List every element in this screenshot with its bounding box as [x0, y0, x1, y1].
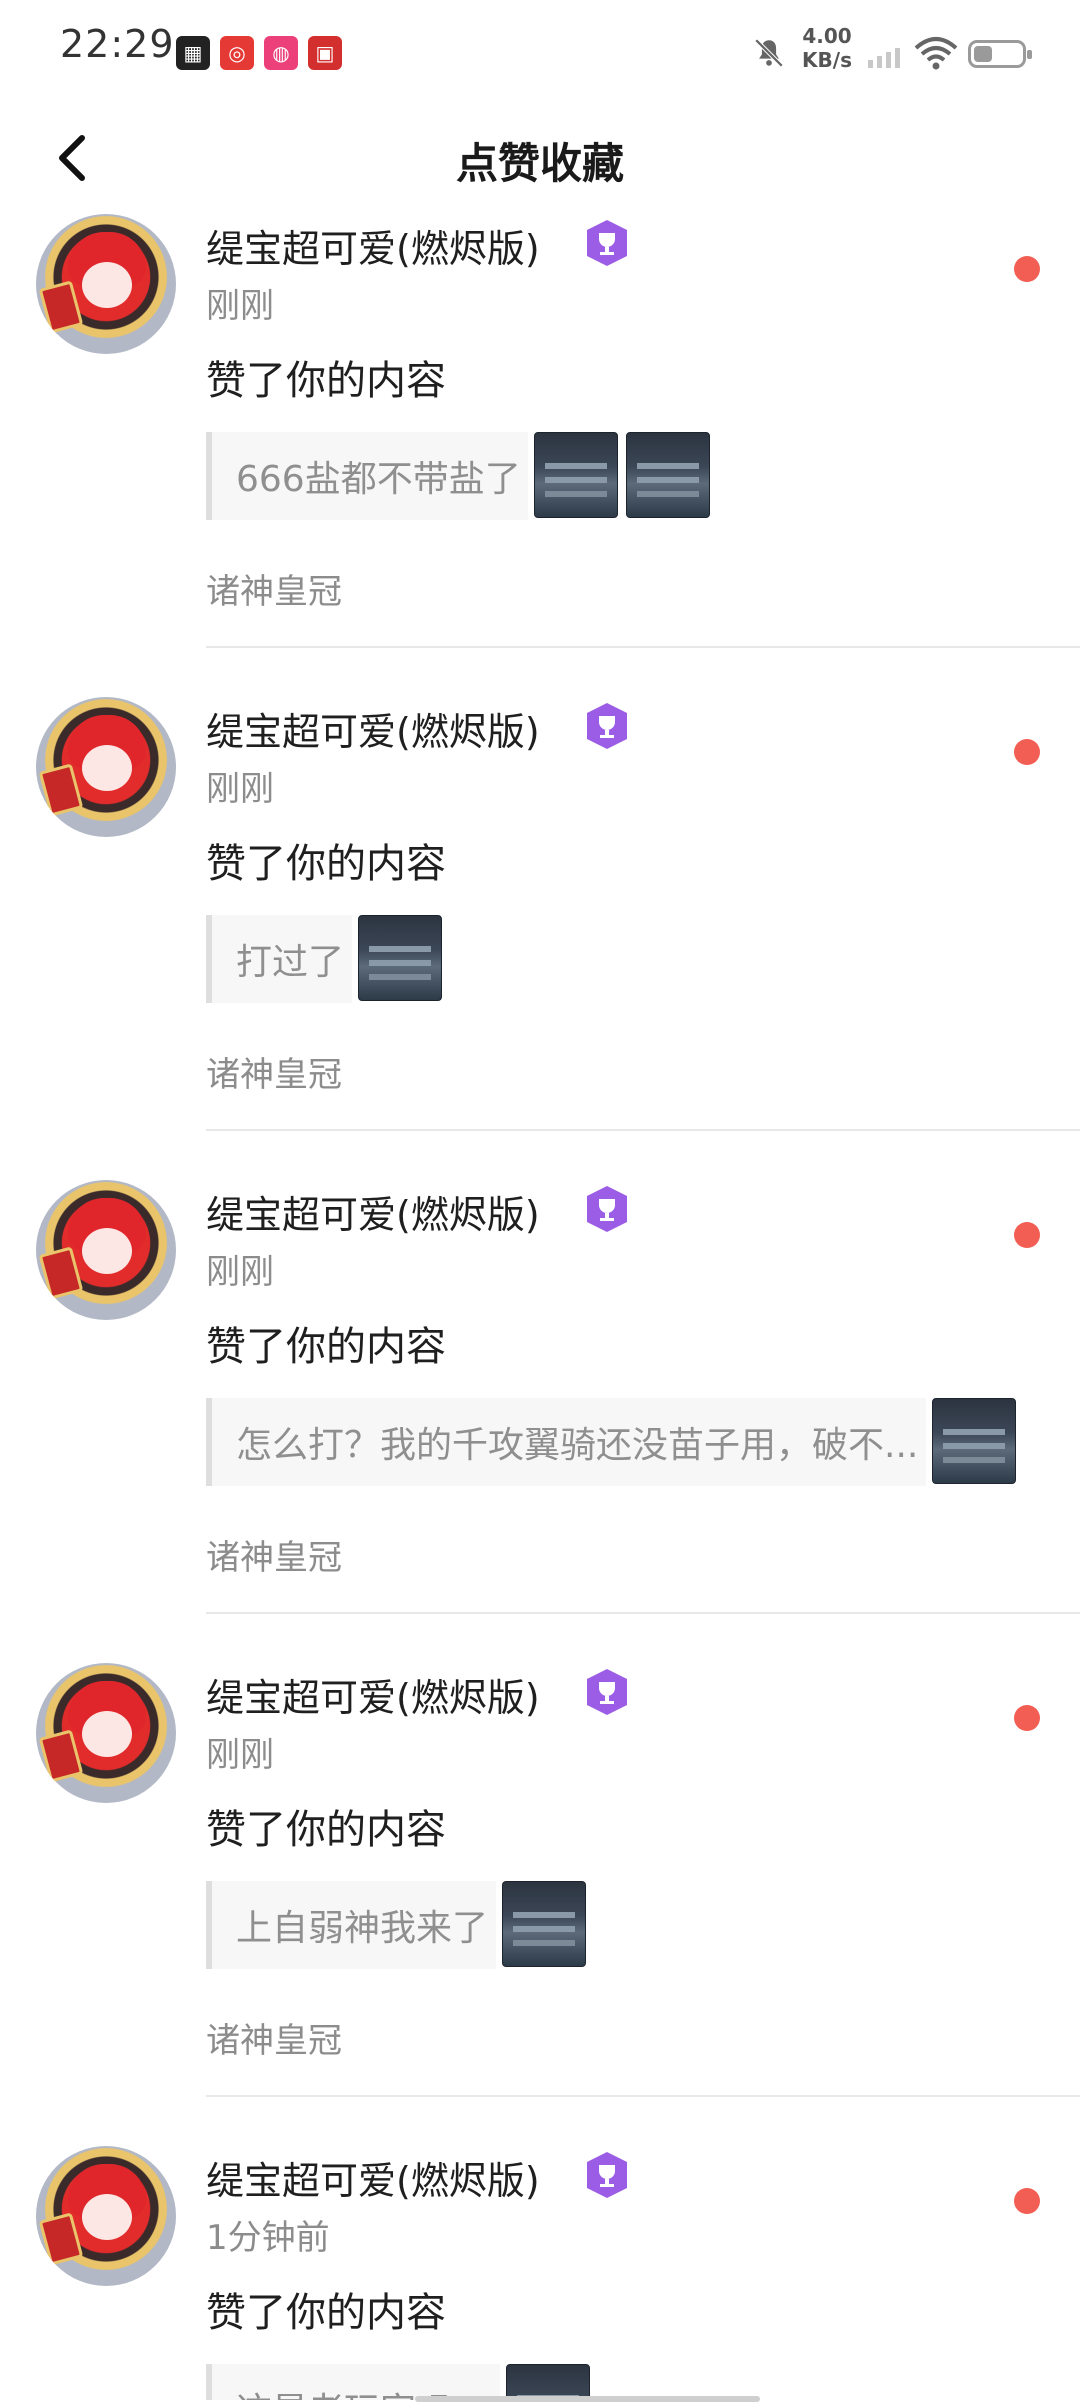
battery-icon: [968, 40, 1032, 68]
status-bar: 22:29 ▦ ◎ ◍ ▣ 4.00 KB/s: [0, 0, 1080, 96]
game-tag[interactable]: 诸神皇冠: [206, 2013, 342, 2062]
username[interactable]: 缇宝超可爱(燃烬版): [206, 1667, 540, 1722]
action-text: 赞了你的内容: [206, 358, 446, 404]
quoted-content[interactable]: 666盐都不带盐了: [206, 432, 710, 520]
net-speed: 4.00 KB/s: [792, 24, 862, 72]
battery-fill: [974, 46, 992, 62]
app-glyph-3: ◍: [272, 41, 290, 65]
avatar-card: [38, 763, 84, 817]
divider: [206, 1612, 1080, 1614]
trophy-badge-icon: [587, 220, 627, 266]
avatar-card: [38, 2212, 84, 2266]
list-item[interactable]: 缇宝超可爱(燃烬版) 刚刚 赞了你的内容 打过了 诸神皇冠: [0, 697, 1080, 1180]
net-speed-unit: KB/s: [802, 48, 852, 72]
timestamp: 刚刚: [206, 286, 274, 326]
quoted-content[interactable]: 这是老玩家吗?: [206, 2364, 590, 2400]
divider: [206, 646, 1080, 648]
avatar[interactable]: [36, 1663, 176, 1803]
quoted-content[interactable]: 怎么打？我的千攻翼骑还没苗子用，破不...: [206, 1398, 1016, 1486]
username[interactable]: 缇宝超可爱(燃烬版): [206, 701, 540, 756]
app-icon-3: ◍: [264, 36, 298, 70]
trophy-badge-icon: [587, 1669, 627, 1715]
unread-dot: [1014, 1222, 1040, 1248]
timestamp: 刚刚: [206, 769, 274, 809]
avatar-card: [38, 1246, 84, 1300]
signal-icon: [868, 48, 900, 68]
game-tag[interactable]: 诸神皇冠: [206, 1047, 342, 1096]
avatar-face: [82, 745, 132, 791]
unread-dot: [1014, 256, 1040, 282]
avatar-face: [82, 1711, 132, 1757]
action-text: 赞了你的内容: [206, 841, 446, 887]
avatar[interactable]: [36, 697, 176, 837]
divider: [206, 1129, 1080, 1131]
app-glyph-1: ▦: [183, 41, 203, 65]
app-icon-4: ▣: [308, 36, 342, 70]
game-tag[interactable]: 诸神皇冠: [206, 564, 342, 613]
action-text: 赞了你的内容: [206, 1324, 446, 1370]
quoted-content[interactable]: 上自弱神我来了: [206, 1881, 586, 1969]
net-speed-value: 4.00: [802, 24, 852, 48]
quoted-content[interactable]: 打过了: [206, 915, 442, 1003]
timestamp: 1分钟前: [206, 2218, 330, 2258]
divider: [206, 2095, 1080, 2097]
avatar[interactable]: [36, 214, 176, 354]
timestamp: 刚刚: [206, 1735, 274, 1775]
app-icon-1: ▦: [176, 36, 210, 70]
quote-text: 666盐都不带盐了: [236, 459, 521, 500]
battery-nub: [1027, 50, 1032, 59]
header: 点赞收藏: [0, 96, 1080, 216]
avatar-face: [82, 2194, 132, 2240]
game-tag[interactable]: 诸神皇冠: [206, 1530, 342, 1579]
home-indicator[interactable]: [415, 2396, 760, 2402]
app-glyph-2: ◎: [228, 41, 246, 65]
list-item[interactable]: 缇宝超可爱(燃烬版) 刚刚 赞了你的内容 怎么打？我的千攻翼骑还没苗子用，破不.…: [0, 1180, 1080, 1663]
unread-dot: [1014, 739, 1040, 765]
content-thumbnail[interactable]: [932, 1398, 1016, 1484]
quote-text: 怎么打？我的千攻翼骑还没苗子用，破不...: [236, 1425, 919, 1466]
username[interactable]: 缇宝超可爱(燃烬版): [206, 218, 540, 273]
content-thumbnail[interactable]: [358, 915, 442, 1001]
avatar[interactable]: [36, 2146, 176, 2286]
avatar-card: [38, 1729, 84, 1783]
action-text: 赞了你的内容: [206, 1807, 446, 1853]
username[interactable]: 缇宝超可爱(燃烬版): [206, 2150, 540, 2205]
list-item[interactable]: 缇宝超可爱(燃烬版) 1分钟前 赞了你的内容 这是老玩家吗?: [0, 2146, 1080, 2400]
avatar[interactable]: [36, 1180, 176, 1320]
unread-dot: [1014, 1705, 1040, 1731]
avatar-face: [82, 1228, 132, 1274]
action-text: 赞了你的内容: [206, 2290, 446, 2336]
content-thumbnail[interactable]: [502, 1881, 586, 1967]
timestamp: 刚刚: [206, 1252, 274, 1292]
trophy-badge-icon: [587, 1186, 627, 1232]
app-icon-2: ◎: [220, 36, 254, 70]
quote-text: 上自弱神我来了: [236, 1908, 489, 1949]
page-title: 点赞收藏: [455, 139, 624, 188]
list-item[interactable]: 缇宝超可爱(燃烬版) 刚刚 赞了你的内容 上自弱神我来了 诸神皇冠: [0, 1663, 1080, 2146]
content-thumbnail[interactable]: [534, 432, 618, 518]
trophy-badge-icon: [587, 703, 627, 749]
avatar-card: [38, 280, 84, 334]
list-item[interactable]: 缇宝超可爱(燃烬版) 刚刚 赞了你的内容 666盐都不带盐了 诸神皇冠: [0, 214, 1080, 697]
status-time: 22:29: [60, 22, 175, 66]
trophy-badge-icon: [587, 2152, 627, 2198]
content-thumbnail[interactable]: [506, 2364, 590, 2400]
quote-text: 打过了: [236, 942, 345, 983]
wifi-icon: [914, 37, 958, 70]
app-glyph-4: ▣: [315, 41, 335, 65]
unread-dot: [1014, 2188, 1040, 2214]
content-thumbnail[interactable]: [626, 432, 710, 518]
avatar-face: [82, 262, 132, 308]
mute-bell-icon: [754, 38, 784, 68]
username[interactable]: 缇宝超可爱(燃烬版): [206, 1184, 540, 1239]
